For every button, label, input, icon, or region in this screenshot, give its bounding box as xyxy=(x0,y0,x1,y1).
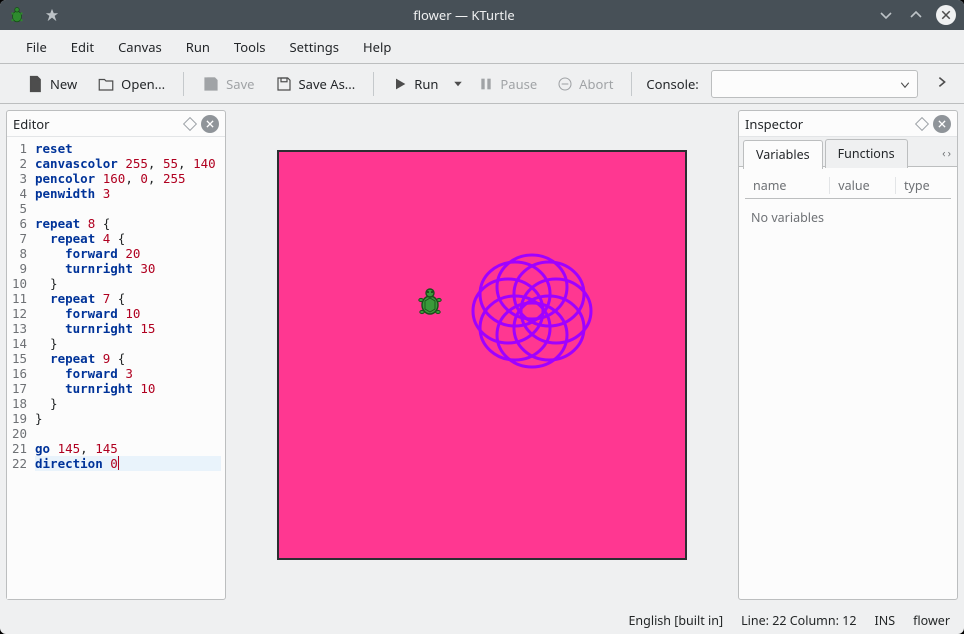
pin-icon[interactable] xyxy=(42,5,62,25)
inspector-title: Inspector xyxy=(745,115,803,133)
titlebar: flower — KTurtle xyxy=(0,0,964,30)
run-label: Run xyxy=(414,75,438,93)
inspector-tabs: Variables Functions ‹ › xyxy=(739,137,957,167)
inspector-empty: No variables xyxy=(739,199,957,236)
saveas-label: Save As... xyxy=(299,75,356,93)
col-type: type xyxy=(896,177,951,194)
toolbar-separator xyxy=(183,72,184,96)
toolbar-overflow[interactable] xyxy=(930,75,954,93)
maximize-button[interactable] xyxy=(906,5,926,25)
drawing-canvas xyxy=(277,150,687,560)
menu-help[interactable]: Help xyxy=(353,32,401,62)
console-label: Console: xyxy=(646,75,698,93)
inspector-header: Inspector xyxy=(739,111,957,137)
chevron-down-icon xyxy=(899,77,911,95)
status-position: Line: 22 Column: 12 xyxy=(741,612,856,629)
abort-button: Abort xyxy=(549,71,621,97)
line-gutter: 12345678910111213141516171819202122 xyxy=(7,137,31,599)
close-panel-button[interactable] xyxy=(933,115,951,133)
app-turtle-icon xyxy=(8,6,26,24)
app-window: flower — KTurtle File Edit Canvas Run To… xyxy=(0,0,964,634)
close-button[interactable] xyxy=(936,5,956,25)
new-button[interactable]: New xyxy=(18,71,85,97)
run-button[interactable]: Run xyxy=(384,71,446,97)
inspector-panel: Inspector Variables Functions ‹ › name v… xyxy=(738,110,958,600)
menu-edit[interactable]: Edit xyxy=(61,32,104,62)
status-insert: INS xyxy=(875,612,896,629)
float-panel-icon[interactable] xyxy=(915,116,929,130)
pause-label: Pause xyxy=(500,75,537,93)
toolbar-separator xyxy=(631,72,632,96)
save-button: Save xyxy=(194,71,262,97)
col-value: value xyxy=(830,177,896,194)
flower-drawing xyxy=(467,246,597,376)
statusbar: English [built in] Line: 22 Column: 12 I… xyxy=(0,606,964,634)
menu-tools[interactable]: Tools xyxy=(224,32,276,62)
menu-run[interactable]: Run xyxy=(176,32,220,62)
run-dropdown[interactable] xyxy=(450,74,466,94)
save-label: Save xyxy=(226,75,254,93)
col-name: name xyxy=(745,177,830,194)
pause-button: Pause xyxy=(470,71,545,97)
close-panel-button[interactable] xyxy=(201,115,219,133)
menu-canvas[interactable]: Canvas xyxy=(108,32,172,62)
main-body: Editor 123456789101112131415161718192021… xyxy=(0,104,964,606)
console-input[interactable] xyxy=(711,70,918,98)
canvas-panel xyxy=(238,110,726,600)
abort-label: Abort xyxy=(579,75,613,93)
open-label: Open... xyxy=(121,75,165,93)
editor-body[interactable]: 12345678910111213141516171819202122 rese… xyxy=(7,137,225,599)
tab-functions[interactable]: Functions xyxy=(825,139,908,168)
float-panel-icon[interactable] xyxy=(183,116,197,130)
editor-panel: Editor 123456789101112131415161718192021… xyxy=(6,110,226,600)
toolbar: New Open... Save Save As... Run Pause xyxy=(0,64,964,104)
tab-scroll-left-icon[interactable]: ‹ xyxy=(942,146,945,161)
status-lang: English [built in] xyxy=(628,612,723,629)
turtle-sprite-icon xyxy=(417,288,443,318)
minimize-button[interactable] xyxy=(876,5,896,25)
code-area[interactable]: resetcanvascolor 255, 55, 140pencolor 16… xyxy=(31,137,225,599)
saveas-button[interactable]: Save As... xyxy=(267,71,364,97)
menu-file[interactable]: File xyxy=(16,32,57,62)
tab-variables[interactable]: Variables xyxy=(743,140,823,169)
window-title: flower — KTurtle xyxy=(62,6,866,24)
inspector-table-header: name value type xyxy=(745,173,951,199)
open-button[interactable]: Open... xyxy=(89,71,173,97)
tab-scroll-right-icon[interactable]: › xyxy=(948,146,951,161)
editor-header: Editor xyxy=(7,111,225,137)
new-label: New xyxy=(50,75,77,93)
toolbar-separator xyxy=(373,72,374,96)
editor-title: Editor xyxy=(13,115,50,133)
menu-settings[interactable]: Settings xyxy=(280,32,349,62)
status-file: flower xyxy=(913,612,950,629)
menubar: File Edit Canvas Run Tools Settings Help xyxy=(0,30,964,64)
